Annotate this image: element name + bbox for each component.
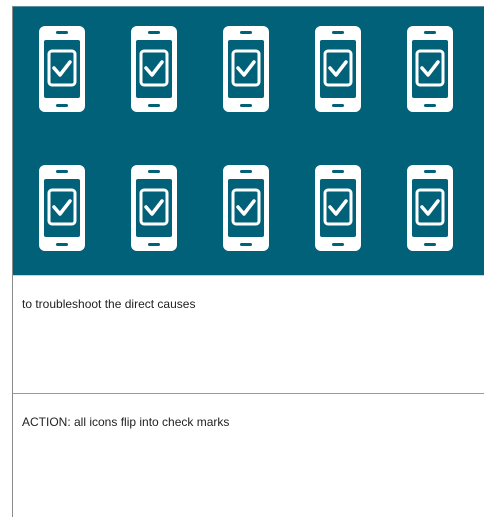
note-text: to troubleshoot the direct causes <box>22 297 196 311</box>
phone-check-icon <box>315 165 361 251</box>
phone-check-icon <box>407 26 453 112</box>
phone-check-icon <box>407 165 453 251</box>
phone-check-icon <box>39 165 85 251</box>
note-row-2: ACTION: all icons flip into check marks <box>13 394 484 517</box>
storyboard-frame: to troubleshoot the direct causes ACTION… <box>12 6 484 517</box>
action-note-text: ACTION: all icons flip into check marks <box>22 415 230 429</box>
phone-check-icon <box>131 165 177 251</box>
phone-check-icon <box>223 26 269 112</box>
note-row-1: to troubleshoot the direct causes <box>13 276 484 394</box>
phone-check-icon <box>131 26 177 112</box>
phone-check-icon <box>315 26 361 112</box>
illustration-panel <box>13 6 484 276</box>
phone-check-icon <box>39 26 85 112</box>
phone-check-icon <box>223 165 269 251</box>
